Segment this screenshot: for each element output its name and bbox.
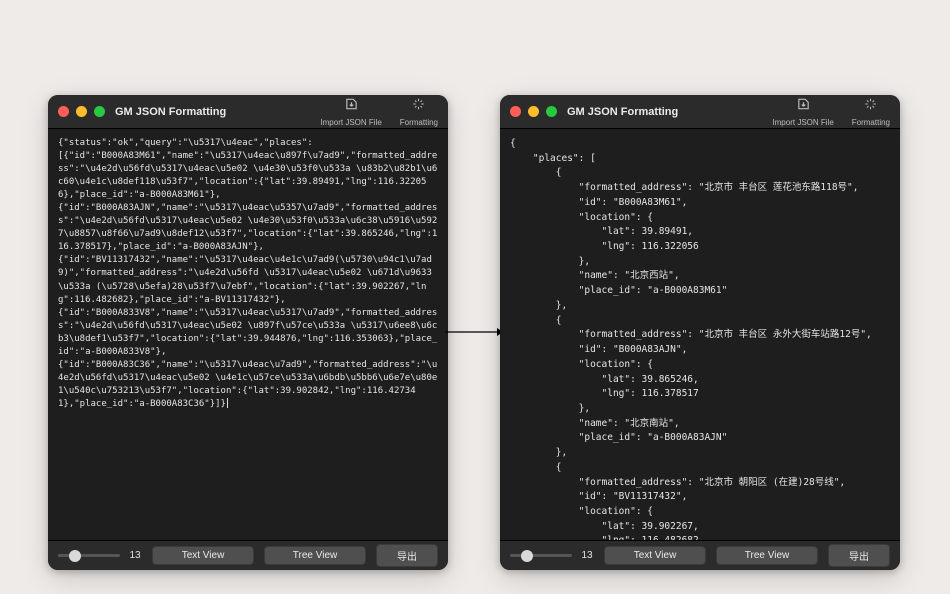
window-title: GM JSON Formatting [115, 106, 320, 118]
titlebar: GM JSON Formatting Import JSON File Form… [500, 95, 900, 129]
footer: 13 Text View Tree View 导出 [500, 540, 900, 570]
formatting-button[interactable]: Formatting [852, 97, 890, 127]
font-size-value: 13 [580, 550, 594, 561]
json-text-content[interactable]: {"status":"ok","query":"\u5317\u4eac","p… [48, 129, 448, 540]
json-tree-content[interactable]: { "places": [ { "formatted_address": "北京… [500, 129, 900, 540]
app-window-left: GM JSON Formatting Import JSON File Form… [48, 95, 448, 570]
tree-view-button[interactable]: Tree View [264, 546, 366, 565]
zoom-icon[interactable] [546, 106, 557, 117]
formatting-label: Formatting [400, 118, 438, 127]
import-label: Import JSON File [320, 118, 381, 127]
text-view-button[interactable]: Text View [604, 546, 706, 565]
import-label: Import JSON File [772, 118, 833, 127]
minimize-icon[interactable] [528, 106, 539, 117]
import-json-button[interactable]: Import JSON File [772, 97, 833, 127]
zoom-icon[interactable] [94, 106, 105, 117]
text-view-button[interactable]: Text View [152, 546, 254, 565]
import-json-button[interactable]: Import JSON File [320, 97, 381, 127]
traffic-lights [58, 106, 105, 117]
footer: 13 Text View Tree View 导出 [48, 540, 448, 570]
import-icon [344, 97, 359, 116]
font-size-slider[interactable] [58, 554, 120, 557]
close-icon[interactable] [510, 106, 521, 117]
sparkle-icon [411, 97, 426, 116]
formatting-button[interactable]: Formatting [400, 97, 438, 127]
import-icon [796, 97, 811, 116]
titlebar: GM JSON Formatting Import JSON File Form… [48, 95, 448, 129]
close-icon[interactable] [58, 106, 69, 117]
text-cursor [227, 398, 228, 408]
font-size-value: 13 [128, 550, 142, 561]
minimize-icon[interactable] [76, 106, 87, 117]
formatting-label: Formatting [852, 118, 890, 127]
sparkle-icon [863, 97, 878, 116]
export-button[interactable]: 导出 [376, 544, 438, 567]
font-size-slider[interactable] [510, 554, 572, 557]
traffic-lights [510, 106, 557, 117]
window-title: GM JSON Formatting [567, 106, 772, 118]
tree-view-button[interactable]: Tree View [716, 546, 818, 565]
export-button[interactable]: 导出 [828, 544, 890, 567]
arrow-icon [445, 332, 503, 334]
app-window-right: GM JSON Formatting Import JSON File Form… [500, 95, 900, 570]
